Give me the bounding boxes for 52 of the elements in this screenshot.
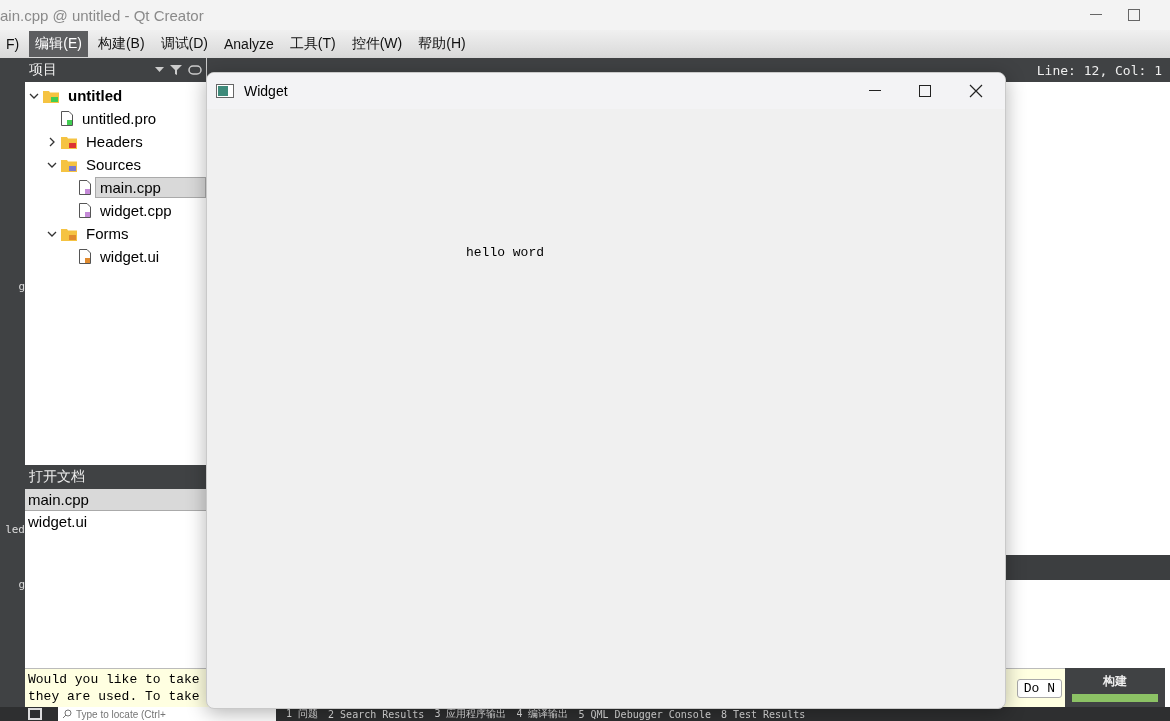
menu-item[interactable]: F) xyxy=(0,32,26,56)
tree-item[interactable]: widget.cpp xyxy=(95,200,177,221)
maximize-icon[interactable] xyxy=(919,85,931,97)
sidebar-toggle-icon[interactable] xyxy=(28,708,42,720)
file-icon xyxy=(79,249,91,264)
file-icon xyxy=(61,111,73,126)
tree-item[interactable]: Forms xyxy=(81,223,134,244)
tree-item[interactable]: widget.ui xyxy=(95,246,165,267)
output-tab[interactable]: 4 编译输出 xyxy=(516,707,569,721)
menu-item[interactable]: 构建(B) xyxy=(91,31,151,57)
mode-label[interactable]: g xyxy=(18,578,25,591)
tree-item[interactable]: untitled.pro xyxy=(77,108,162,129)
cursor-position: Line: 12, Col: 1 xyxy=(1036,62,1162,78)
menu-item[interactable]: Analyze xyxy=(218,32,280,56)
window-title: Widget xyxy=(244,83,289,99)
minimize-icon[interactable] xyxy=(869,90,881,92)
output-tab[interactable]: 3 应用程序输出 xyxy=(434,707,507,721)
chevron-right-icon[interactable] xyxy=(47,136,57,147)
menu-item[interactable]: 编辑(E) xyxy=(29,31,88,57)
folder-icon xyxy=(61,226,77,241)
mode-label[interactable]: led xyxy=(5,523,25,536)
link-icon[interactable] xyxy=(188,65,202,75)
tree-item[interactable]: untitled xyxy=(63,85,128,106)
output-tab[interactable]: 8 Test Results xyxy=(720,708,806,720)
document-item[interactable]: main.cpp xyxy=(25,489,206,511)
locator-field[interactable]: Type to locate (Ctrl+ xyxy=(58,707,276,721)
app-icon xyxy=(216,84,234,98)
info-button[interactable]: Do N xyxy=(1016,678,1062,698)
tree-item[interactable]: Sources xyxy=(81,154,147,175)
file-icon xyxy=(79,180,91,195)
folder-icon xyxy=(43,88,59,103)
folder-icon xyxy=(61,134,77,149)
folder-icon xyxy=(61,157,77,172)
output-tab[interactable]: 1 问题 xyxy=(286,707,319,721)
search-icon xyxy=(63,709,72,718)
window-title: ain.cpp @ untitled - Qt Creator xyxy=(0,6,204,24)
menu-item[interactable]: 工具(T) xyxy=(283,31,342,57)
close-icon[interactable] xyxy=(969,84,983,98)
output-tab[interactable]: 2 Search Results xyxy=(328,708,425,720)
output-tab[interactable]: 5 QML Debugger Console xyxy=(578,708,711,720)
info-message: Would you like to take they are used. To take xyxy=(28,671,201,705)
dropdown-icon[interactable] xyxy=(155,67,164,73)
file-icon xyxy=(79,203,91,218)
build-label: 构建 xyxy=(1103,673,1127,690)
menu-item[interactable]: 控件(W) xyxy=(345,31,409,57)
mode-label[interactable]: g xyxy=(18,280,25,293)
label-text: hello word xyxy=(466,245,544,260)
menu-item[interactable]: 调试(D) xyxy=(154,31,214,57)
menu-item[interactable]: 帮助(H) xyxy=(412,31,472,57)
filter-icon[interactable] xyxy=(170,64,182,76)
tree-item[interactable]: Headers xyxy=(81,131,148,152)
tree-item[interactable]: main.cpp xyxy=(95,177,206,198)
